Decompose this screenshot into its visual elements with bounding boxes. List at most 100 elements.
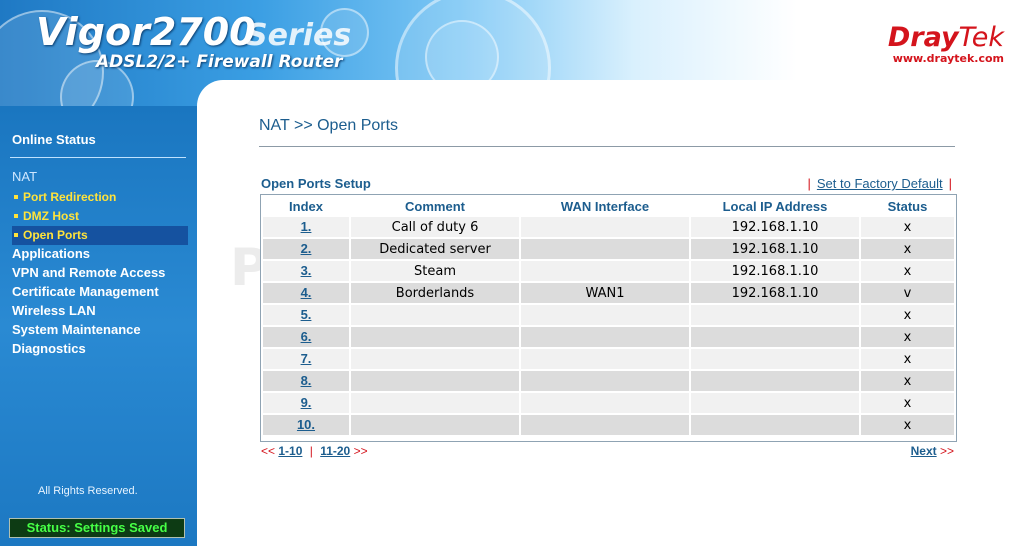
rights-text: All Rights Reserved. [38,485,138,497]
pager-right: Next >> [911,444,954,458]
page-link-1-10[interactable]: 1-10 [278,444,302,458]
factory-default-area: | Set to Factory Default | [807,176,952,191]
comment-cell [351,305,519,325]
bullet-icon [14,213,18,218]
status-bar: Status: Settings Saved [9,518,185,538]
index-cell: 6. [263,327,349,347]
table-row: 1. Call of duty 6 192.168.1.10 x [263,217,954,237]
table-row: 2. Dedicated server 192.168.1.10 x [263,239,954,259]
wan-interface-cell [521,217,689,237]
menu-certificate[interactable]: Certificate Management [12,284,159,299]
sidebar: Online Status NAT Port Redirection DMZ H… [0,106,197,546]
page-link-11-20[interactable]: 11-20 [320,444,350,458]
status-cell: x [861,239,954,259]
page-title: NAT >> Open Ports [259,117,399,134]
model-series: Series [246,18,352,53]
pager-prev-arrows: << [261,444,276,458]
menu-port-redirection[interactable]: Port Redirection [12,188,188,207]
section-title: Open Ports Setup [261,176,371,191]
brand-url: www.draytek.com [892,52,1004,65]
status-cell: x [861,261,954,281]
sidebar-divider [10,157,186,158]
bullet-icon [14,232,18,237]
menu-wireless-lan[interactable]: Wireless LAN [12,303,96,318]
local-ip-cell: 192.168.1.10 [691,283,859,303]
status-cell: x [861,371,954,391]
index-link[interactable]: 6. [301,329,312,344]
status-cell: x [861,393,954,413]
next-link[interactable]: Next [911,444,937,458]
comment-cell [351,349,519,369]
index-link[interactable]: 5. [301,307,312,322]
menu-diagnostics[interactable]: Diagnostics [12,341,86,356]
index-link[interactable]: 1. [301,219,312,234]
local-ip-cell [691,371,859,391]
index-link[interactable]: 7. [301,351,312,366]
model-name: Vigor2700 [36,10,256,54]
comment-cell [351,327,519,347]
index-link[interactable]: 3. [301,263,312,278]
local-ip-cell: 192.168.1.10 [691,217,859,237]
index-link[interactable]: 10. [297,417,315,432]
comment-cell: Call of duty 6 [351,217,519,237]
index-link[interactable]: 4. [301,285,312,300]
status-cell: x [861,415,954,435]
comment-cell: Borderlands [351,283,519,303]
table-row: 7. x [263,349,954,369]
wan-interface-cell [521,371,689,391]
wan-interface-cell [521,415,689,435]
table-row: 4. Borderlands WAN1 192.168.1.10 v [263,283,954,303]
index-link[interactable]: 9. [301,395,312,410]
col-wan-interface: WAN Interface [560,198,650,214]
index-link[interactable]: 2. [301,241,312,256]
wan-interface-cell [521,327,689,347]
col-local-ip: Local IP Address [722,198,828,214]
menu-open-ports[interactable]: Open Ports [12,226,188,245]
menu-online-status[interactable]: Online Status [12,132,96,147]
status-cell: x [861,349,954,369]
status-cell: x [861,217,954,237]
menu-applications[interactable]: Applications [12,246,90,261]
next-arrows: >> [939,444,954,458]
brand-tek: Tek [958,22,1004,53]
brand-dray: Dray [887,22,959,53]
pager-left: << 1-10 | 11-20 >> [261,444,368,458]
factory-default-link[interactable]: Set to Factory Default [817,176,943,191]
wan-interface-cell [521,239,689,259]
index-cell: 4. [263,283,349,303]
local-ip-cell [691,415,859,435]
col-index: Index [289,198,323,214]
wan-interface-cell [521,305,689,325]
index-link[interactable]: 8. [301,373,312,388]
draytek-logo: DrayTek [888,22,1004,53]
menu-port-redirection-label: Port Redirection [23,190,117,204]
local-ip-cell [691,305,859,325]
menu-dmz-host-label: DMZ Host [23,209,79,223]
header-sidebar-join [197,80,1022,106]
menu-dmz-host[interactable]: DMZ Host [12,207,188,226]
wan-interface-cell [521,349,689,369]
index-cell: 10. [263,415,349,435]
local-ip-cell [691,393,859,413]
comment-cell [351,371,519,391]
table-row: 8. x [263,371,954,391]
menu-open-ports-label: Open Ports [23,228,88,242]
wan-interface-cell [521,393,689,413]
index-cell: 9. [263,393,349,413]
menu-vpn[interactable]: VPN and Remote Access [12,265,165,280]
col-comment: Comment [405,198,465,214]
status-cell: x [861,305,954,325]
bullet-icon [14,194,18,199]
status-cell: x [861,327,954,347]
index-cell: 8. [263,371,349,391]
index-cell: 1. [263,217,349,237]
wan-interface-cell [521,261,689,281]
pager-separator: | [309,444,313,458]
table-row: 6. x [263,327,954,347]
menu-system-maintenance[interactable]: System Maintenance [12,322,141,337]
menu-nat[interactable]: NAT [12,169,37,184]
status-cell: v [861,283,954,303]
index-cell: 2. [263,239,349,259]
index-cell: 3. [263,261,349,281]
table-row: 9. x [263,393,954,413]
